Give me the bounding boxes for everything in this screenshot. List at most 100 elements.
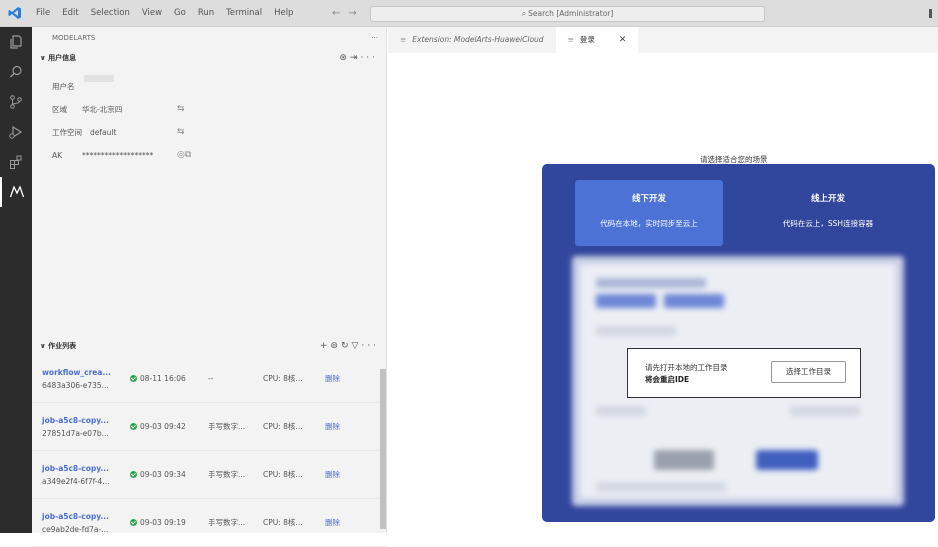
preview-icon: ≡ <box>400 35 407 44</box>
workspace-value: default <box>90 128 117 137</box>
job-row[interactable]: job-a5c8-copy... 27851d7a-e07b... 09-03 0… <box>32 403 387 451</box>
switch-region-icon[interactable]: ⇆ <box>177 98 185 121</box>
explorer-icon[interactable] <box>0 27 32 57</box>
job-id: 27851d7a-e07b... <box>42 428 109 438</box>
menu-go[interactable]: Go <box>168 0 192 27</box>
window-control-icon[interactable] <box>929 9 932 18</box>
job-id: 6483a306-e735... <box>42 380 109 390</box>
title-bar: File Edit Selection View Go Run Terminal… <box>0 0 938 27</box>
scrollbar[interactable] <box>380 369 386 529</box>
job-spec: CPU: 8核... <box>263 518 303 527</box>
modelarts-icon[interactable] <box>0 177 32 207</box>
activity-bar <box>0 27 32 533</box>
more-icon[interactable]: ··· <box>360 53 378 63</box>
job-time: 08-11 16:06 <box>140 374 186 383</box>
more-actions-icon[interactable]: ··· <box>371 27 378 49</box>
job-dataset: 手写数字... <box>208 422 246 431</box>
delete-job-link[interactable]: 删除 <box>325 517 340 528</box>
offline-dev-desc: 代码在本地，实时同步至云上 <box>600 219 698 228</box>
tab-label: Extension: ModelArts-HuaweiCloud <box>412 35 544 44</box>
info-row-workspace: 工作空间 default ⇆ <box>32 121 386 144</box>
chevron-down-icon: ∨ <box>40 54 49 62</box>
eye-icon[interactable]: ◎ <box>177 144 185 167</box>
tab-label: 登录 <box>579 35 595 44</box>
jobs-title: 作业列表 <box>48 342 77 350</box>
tab-login[interactable]: ≡ 登录 ✕ <box>555 27 639 53</box>
command-search-box[interactable]: ⌕ Search [Administrator] <box>370 6 765 22</box>
extensions-icon[interactable] <box>0 147 32 177</box>
menu-selection[interactable]: Selection <box>85 0 136 27</box>
back-arrow-icon[interactable]: ← <box>332 8 348 19</box>
search-icon[interactable] <box>0 57 32 87</box>
dialog-message: 请先打开本地的工作目录 <box>645 363 728 372</box>
info-row-ak: AK ******************* ◎ ⧉ <box>32 144 386 167</box>
open-workdir-dialog: 请先打开本地的工作目录 将会重启IDE 选择工作目录 <box>627 348 861 398</box>
job-id: a349e2f4-6f7f-4... <box>42 476 110 486</box>
source-control-icon[interactable] <box>0 87 32 117</box>
copy-icon[interactable]: ⧉ <box>185 144 191 167</box>
vscode-logo-icon <box>0 0 30 27</box>
delete-job-link[interactable]: 删除 <box>325 469 340 480</box>
jobs-section-header[interactable]: ∨ 作业列表 +⊚↻▽··· <box>32 337 387 355</box>
online-dev-desc: 代码在云上，SSH连接容器 <box>782 219 874 228</box>
close-icon[interactable]: ✕ <box>619 27 627 53</box>
job-name[interactable]: job-a5c8-copy... <box>42 414 130 427</box>
jobs-section: ∨ 作业列表 +⊚↻▽··· workflow_crea... 6483a306-… <box>32 337 387 547</box>
tab-extension-modelarts[interactable]: ≡ Extension: ModelArts-HuaweiCloud <box>388 27 556 53</box>
delete-job-link[interactable]: 删除 <box>325 421 340 432</box>
job-time: 09-03 09:19 <box>140 518 186 527</box>
ak-value: ******************* <box>82 151 154 160</box>
add-icon[interactable]: + <box>320 341 331 351</box>
job-dataset: 手写数字... <box>208 518 246 527</box>
side-panel-header: MODELARTS ··· <box>32 27 386 49</box>
ak-label: AK <box>52 151 63 160</box>
offline-dev-option[interactable]: 线下开发 代码在本地，实时同步至云上 <box>575 180 723 246</box>
filter-icon[interactable]: ▽ <box>351 341 361 351</box>
scenario-card: 线下开发 代码在本地，实时同步至云上 线上开发 代码在云上，SSH连接容器 <box>542 164 935 522</box>
info-row-username: 用户名 <box>32 75 386 98</box>
dialog-restart-note: 将会重启IDE <box>645 375 690 384</box>
refresh-icon[interactable]: ↻ <box>341 341 352 351</box>
select-workdir-button[interactable]: 选择工作目录 <box>771 361 846 383</box>
job-dataset: -- <box>208 374 214 383</box>
more-icon[interactable]: ··· <box>361 341 379 351</box>
job-time: 09-03 09:34 <box>140 470 186 479</box>
job-name[interactable]: job-a5c8-copy... <box>42 462 130 475</box>
region-value: 华北-北京四 <box>82 105 123 114</box>
online-dev-option[interactable]: 线上开发 代码在云上，SSH连接容器 <box>754 180 902 246</box>
job-spec: CPU: 8核... <box>263 470 303 479</box>
search-icon: ⌕ <box>521 9 527 18</box>
search-label: Search [Administrator] <box>528 9 614 18</box>
job-name[interactable]: job-a5c8-copy... <box>42 510 130 523</box>
side-panel-title: MODELARTS <box>52 34 96 42</box>
menu-bar: File Edit Selection View Go Run Terminal… <box>30 0 299 27</box>
menu-file[interactable]: File <box>30 0 56 27</box>
menu-help[interactable]: Help <box>268 0 299 27</box>
menu-edit[interactable]: Edit <box>56 0 84 27</box>
switch-workspace-icon[interactable]: ⇆ <box>177 121 185 144</box>
job-row[interactable]: job-a5c8-copy... a349e2f4-6f7f-4... 09-03… <box>32 451 387 499</box>
user-info-section-header[interactable]: ∨ 用户信息 ⊛⇥··· <box>32 49 386 67</box>
job-id: ce9ab2de-fd7a-... <box>42 524 109 534</box>
delete-job-link[interactable]: 删除 <box>325 373 340 384</box>
workspace-label: 工作空间 <box>52 128 82 137</box>
job-name[interactable]: workflow_crea... <box>42 366 130 379</box>
chevron-down-icon: ∨ <box>40 342 49 350</box>
nav-arrows: ←→ <box>332 0 365 27</box>
offline-dev-title: 线下开发 <box>631 194 666 204</box>
run-debug-icon[interactable] <box>0 117 32 147</box>
logout-icon[interactable]: ⇥ <box>350 53 361 63</box>
job-spec: CPU: 8核... <box>263 422 303 431</box>
account-icon[interactable]: ⊛ <box>339 53 350 63</box>
menu-run[interactable]: Run <box>192 0 220 27</box>
forward-arrow-icon[interactable]: → <box>348 8 364 19</box>
view-icon[interactable]: ⊚ <box>330 341 341 351</box>
job-row[interactable]: job-a5c8-copy... ce9ab2de-fd7a-... 09-03 … <box>32 499 387 547</box>
user-info-title: 用户信息 <box>48 54 77 62</box>
online-dev-title: 线上开发 <box>810 194 845 204</box>
info-row-region: 区域 华北-北京四 ⇆ <box>32 98 386 121</box>
menu-view[interactable]: View <box>136 0 168 27</box>
username-masked-value <box>84 75 114 82</box>
menu-terminal[interactable]: Terminal <box>220 0 268 27</box>
job-row[interactable]: workflow_crea... 6483a306-e735... 08-11 1… <box>32 355 387 403</box>
